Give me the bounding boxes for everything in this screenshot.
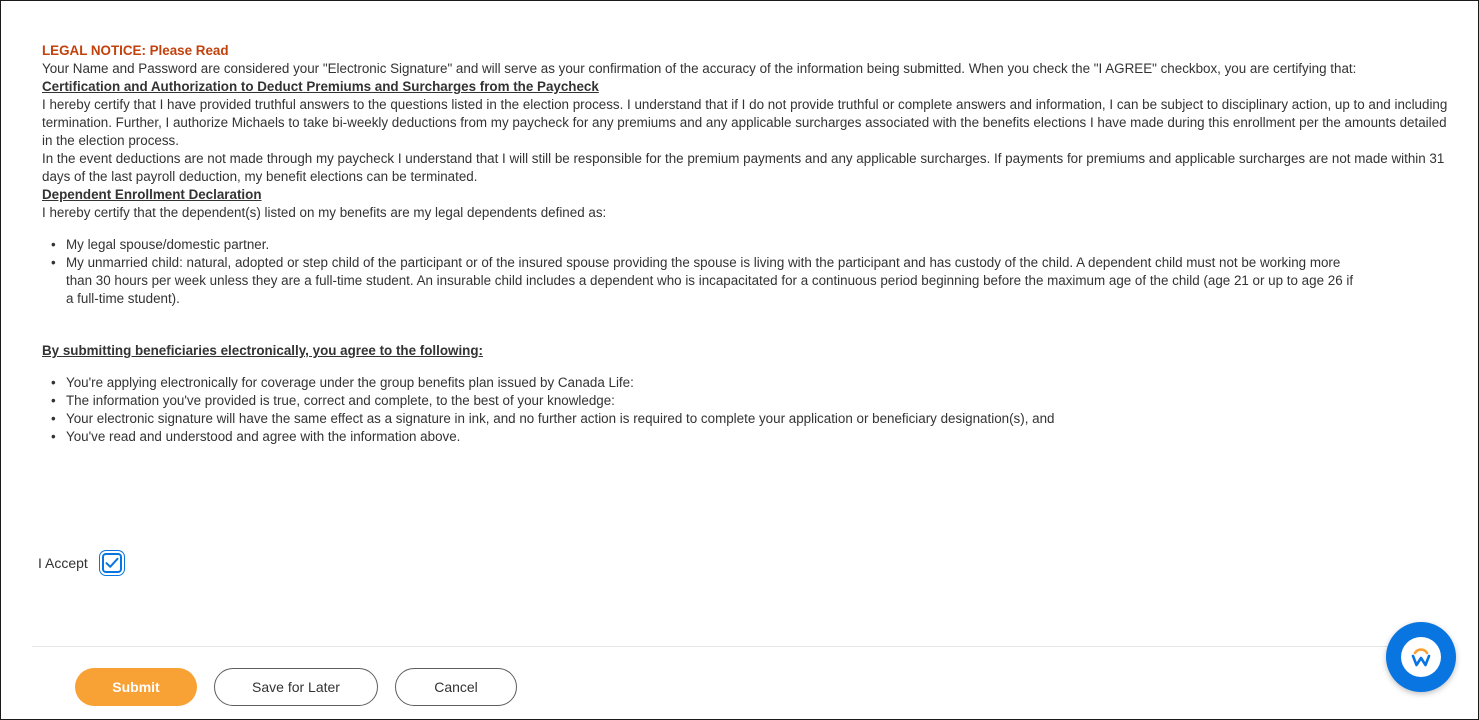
certification-paragraph-2: In the event deductions are not made thr…: [42, 151, 1445, 184]
workday-help-button[interactable]: [1386, 622, 1456, 692]
check-icon: [105, 557, 119, 568]
save-for-later-button[interactable]: Save for Later: [214, 668, 378, 706]
certification-heading: Certification and Authorization to Deduc…: [42, 79, 599, 94]
list-item: My legal spouse/domestic partner.: [51, 236, 1452, 254]
dependent-list: My legal spouse/domestic partner. My unm…: [42, 236, 1452, 308]
legal-notice-title: LEGAL NOTICE: Please Read: [42, 43, 229, 58]
list-item: The information you've provided is true,…: [51, 392, 1452, 410]
workday-help-icon: [1401, 637, 1441, 677]
legal-notice: LEGAL NOTICE: Please Read Your Name and …: [42, 42, 1452, 446]
list-item: You've read and understood and agree wit…: [51, 428, 1452, 446]
submit-button[interactable]: Submit: [75, 668, 197, 706]
beneficiary-list: You're applying electronically for cover…: [42, 374, 1452, 446]
workday-logo-icon: [1411, 648, 1431, 667]
dependent-intro: I hereby certify that the dependent(s) l…: [42, 205, 607, 220]
cancel-button[interactable]: Cancel: [395, 668, 517, 706]
list-item: My unmarried child: natural, adopted or …: [51, 254, 1452, 308]
accept-label: I Accept: [38, 555, 88, 571]
dependent-heading: Dependent Enrollment Declaration: [42, 187, 262, 202]
footer-divider: [32, 646, 1452, 647]
accept-row: I Accept: [38, 551, 122, 575]
certification-paragraph-1: I hereby certify that I have provided tr…: [42, 97, 1448, 148]
legal-intro: Your Name and Password are considered yo…: [42, 61, 1357, 76]
accept-checkbox[interactable]: [101, 553, 122, 573]
beneficiary-heading: By submitting beneficiaries electronical…: [42, 343, 483, 358]
action-bar: Submit Save for Later Cancel: [75, 668, 517, 706]
list-item: Your electronic signature will have the …: [51, 410, 1452, 428]
list-item: You're applying electronically for cover…: [51, 374, 1452, 392]
